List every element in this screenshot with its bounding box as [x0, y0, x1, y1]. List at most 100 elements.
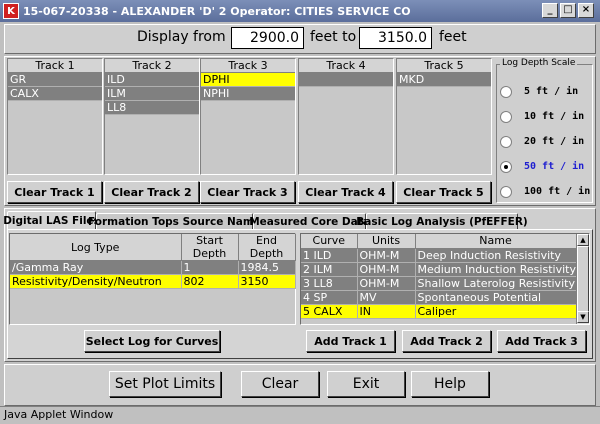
log-table-cell: 1 [181, 260, 239, 275]
scroll-up-icon[interactable]: ▲ [577, 234, 589, 246]
curve-table-row[interactable]: 1 ILD OHM-M Deep Induction Resistivity [301, 248, 577, 263]
track-3-header: Track 3 [201, 59, 295, 73]
track-3-list[interactable]: Track 3 DPHI NPHI [200, 58, 296, 175]
scale-option-4[interactable]: 100 ft / in [500, 179, 592, 204]
curve-table-cell: Medium Induction Resistivity [415, 262, 577, 277]
curve-table-cell: 3 LL8 [301, 276, 358, 291]
curve-table-header: Units [357, 234, 416, 249]
curve-table-scrollbar[interactable]: ▲ ▼ [576, 234, 589, 324]
title-bar: K 15-067-20338 - ALEXANDER 'D' 2 Operato… [0, 0, 600, 22]
app-logo-icon: K [3, 3, 19, 19]
log-table: Log Type Start Depth End Depth /Gamma Ray 1… [10, 234, 296, 289]
radio-icon[interactable] [500, 135, 512, 148]
curve-table-header: Curve [301, 234, 358, 249]
track-1-header: Track 1 [8, 59, 102, 73]
exit-button[interactable]: Exit [327, 371, 405, 397]
help-button[interactable]: Help [411, 371, 489, 397]
log-table-box: Log Type Start Depth End Depth /Gamma Ray 1… [9, 233, 296, 325]
track-curve-item[interactable]: CALX [8, 87, 102, 101]
log-table-cell: Resistivity/Density/Neutron [10, 274, 182, 289]
track-2-header: Track 2 [105, 59, 199, 73]
scale-option-label: 50 ft / in [524, 161, 585, 172]
clear-track-3-button[interactable]: Clear Track 3 [200, 181, 295, 203]
track-5-list[interactable]: Track 5 MKD [396, 58, 492, 175]
track-curve-item[interactable]: ILD [105, 73, 199, 87]
scale-option-label: 5 ft / in [524, 86, 579, 97]
curve-table-cell: Spontaneous Potential [415, 290, 577, 305]
log-table-row[interactable]: /Gamma Ray 1 1984.5 [10, 260, 296, 275]
radio-icon[interactable] [500, 110, 512, 123]
minimize-button[interactable]: _ [542, 3, 558, 18]
clear-track-5-button[interactable]: Clear Track 5 [396, 181, 491, 203]
from-depth-input[interactable]: 2900.0 [231, 27, 304, 49]
scale-option-1[interactable]: 10 ft / in [500, 104, 592, 129]
scale-option-label: 10 ft / in [524, 111, 585, 122]
log-table-header: Start Depth [181, 234, 239, 261]
log-table-header: End Depth [238, 234, 296, 261]
track-curve-item[interactable]: GR [8, 73, 102, 87]
scroll-thumb[interactable] [577, 246, 589, 312]
set-plot-limits-button[interactable]: Set Plot Limits [109, 371, 221, 397]
scroll-down-icon[interactable]: ▼ [577, 311, 589, 323]
track-curve-item[interactable] [299, 73, 393, 87]
track-curve-item[interactable]: DPHI [201, 73, 295, 87]
curve-table-cell: 1 ILD [301, 248, 358, 263]
tab-3[interactable]: Basic Log Analysis (PfEFFER) [356, 213, 528, 230]
feet-to-label: feet to [310, 29, 357, 45]
log-table-row[interactable]: Resistivity/Density/Neutron 802 3150 [10, 274, 296, 289]
display-from-label: Display from [137, 29, 226, 45]
maximize-button[interactable]: □ [560, 3, 576, 18]
log-table-cell: 3150 [238, 274, 296, 289]
track-1-list[interactable]: Track 1 GR CALX [7, 58, 103, 175]
tab-0[interactable]: Digital LAS Files [3, 211, 100, 230]
tab-1[interactable]: Formation Tops Source Name [88, 213, 261, 230]
curve-table: Curve Units Name 1 ILD OHM-M Deep Induction … [301, 234, 577, 319]
curve-table-row[interactable]: 5 CALX IN Caliper [301, 304, 577, 319]
curve-table-cell: 2 ILM [301, 262, 358, 277]
track-curve-item[interactable]: MKD [397, 73, 491, 87]
tab-2[interactable]: Measured Core Data [249, 213, 370, 230]
clear-track-1-button[interactable]: Clear Track 1 [7, 181, 102, 203]
select-log-button[interactable]: Select Log for Curves [84, 330, 220, 352]
track-curve-item[interactable]: LL8 [105, 101, 199, 115]
curve-table-cell: IN [357, 304, 416, 319]
add-track-2-button[interactable]: Add Track 2 [402, 330, 491, 352]
scale-option-2[interactable]: 20 ft / in [500, 129, 592, 154]
clear-button[interactable]: Clear [241, 371, 319, 397]
track-curve-item[interactable]: NPHI [201, 87, 295, 101]
track-2-list[interactable]: Track 2 ILD ILM LL8 [104, 58, 200, 175]
clear-track-2-button[interactable]: Clear Track 2 [104, 181, 199, 203]
curve-table-cell: OHM-M [357, 276, 416, 291]
curve-table-cell: Caliper [415, 304, 577, 319]
scale-option-0[interactable]: 5 ft / in [500, 79, 592, 104]
track-curve-item[interactable]: ILM [105, 87, 199, 101]
add-track-1-button[interactable]: Add Track 1 [306, 330, 395, 352]
curve-table-cell: Shallow Laterolog Resistivity [415, 276, 577, 291]
curve-table-box: Curve Units Name 1 ILD OHM-M Deep Induction … [300, 233, 590, 325]
curve-table-cell: MV [357, 290, 416, 305]
curve-table-row[interactable]: 3 LL8 OHM-M Shallow Laterolog Resistivity [301, 276, 577, 291]
window-title: 15-067-20338 - ALEXANDER 'D' 2 Operator:… [23, 4, 411, 18]
curve-table-cell: Deep Induction Resistivity [415, 248, 577, 263]
clear-track-4-button[interactable]: Clear Track 4 [298, 181, 393, 203]
to-depth-input[interactable]: 3150.0 [359, 27, 432, 49]
curve-table-cell: OHM-M [357, 262, 416, 277]
add-track-3-button[interactable]: Add Track 3 [497, 330, 586, 352]
curve-table-row[interactable]: 2 ILM OHM-M Medium Induction Resistivity [301, 262, 577, 277]
track-4-list[interactable]: Track 4 [298, 58, 394, 175]
radio-icon[interactable] [500, 85, 512, 98]
curve-table-cell: 5 CALX [301, 304, 358, 319]
log-table-cell: /Gamma Ray [10, 260, 182, 275]
log-depth-scale-title: Log Depth Scale [500, 58, 578, 68]
radio-icon[interactable] [500, 185, 512, 198]
status-text: Java Applet Window [4, 408, 114, 421]
scale-option-3[interactable]: 50 ft / in [500, 154, 592, 179]
scale-options: 5 ft / in 10 ft / in 20 ft / in 50 ft / in 1… [500, 79, 592, 204]
curve-table-cell: OHM-M [357, 248, 416, 263]
feet-unit-label: feet [439, 29, 467, 45]
curve-table-cell: 4 SP [301, 290, 358, 305]
radio-selected-icon[interactable] [500, 160, 512, 173]
curve-table-row[interactable]: 4 SP MV Spontaneous Potential [301, 290, 577, 305]
close-button[interactable]: × [578, 3, 594, 18]
log-table-cell: 802 [181, 274, 239, 289]
